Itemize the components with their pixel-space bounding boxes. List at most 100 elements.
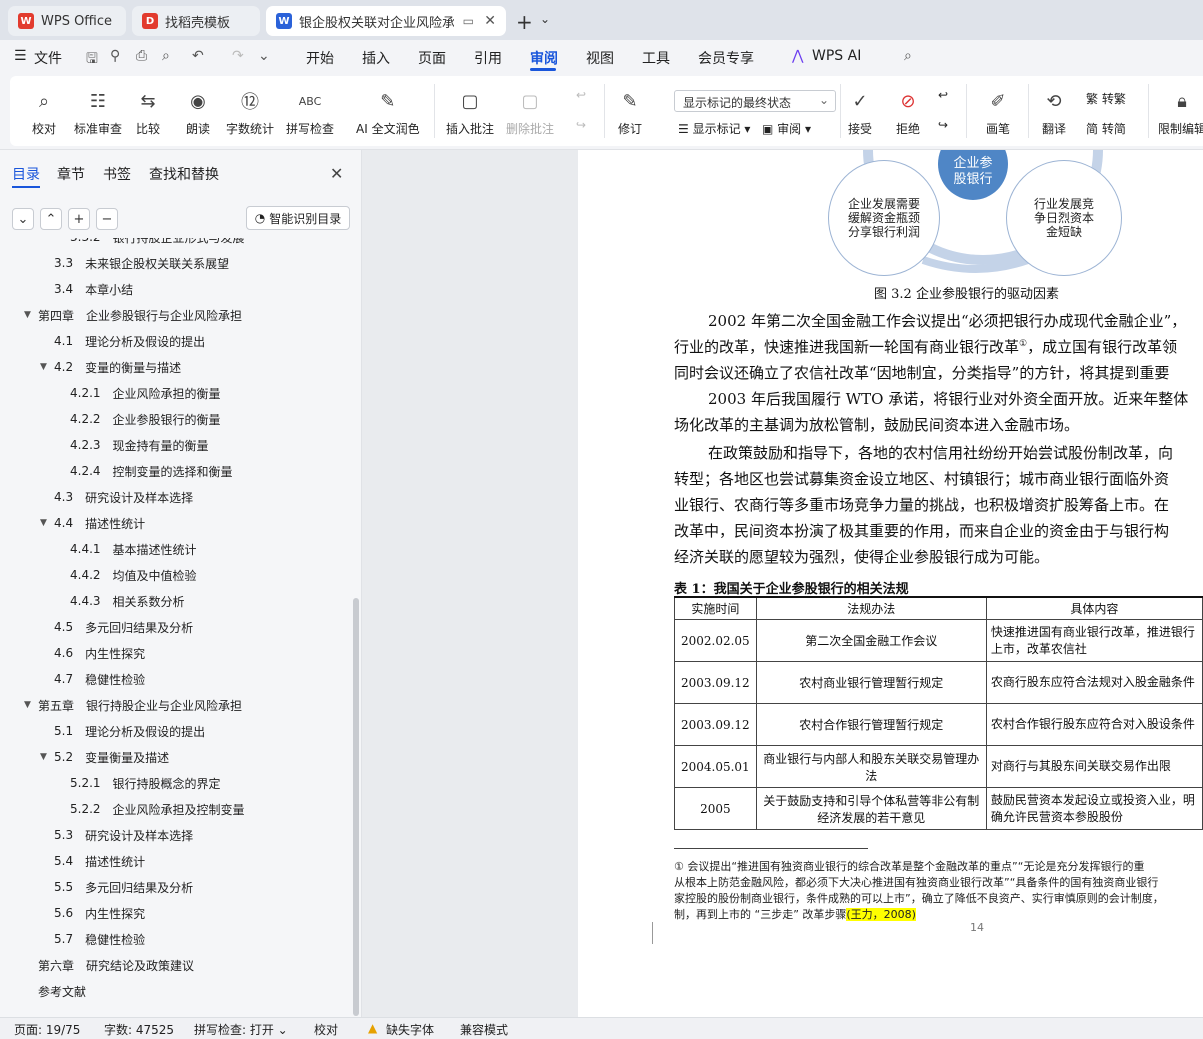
spell-check-button[interactable]: ABC 拼写检查 [286, 88, 334, 137]
collapse-icon[interactable]: ⌄ [12, 208, 34, 230]
toc-item[interactable]: ▼ 第五章 银行持股企业与企业风险承担 [24, 692, 242, 718]
tab-wps-office[interactable]: W WPS Office [8, 6, 126, 36]
toc-item[interactable]: 4.2.4 控制变量的选择和衡量 [70, 458, 233, 484]
delete-comment-button[interactable]: ▢ 删除批注 [506, 88, 554, 137]
document-page[interactable]: 企业参股银行 企业发展需要缓解资金瓶颈分享银行利润 行业发展竞争日烈资本金短缺 … [578, 150, 1203, 1017]
toc-item[interactable]: 3.3.2 银行持股企业形式与发展 [70, 238, 245, 250]
toc-item[interactable]: 4.4.1 基本描述性统计 [70, 536, 197, 562]
toc-item[interactable]: 3.4 本章小结 [54, 276, 133, 302]
toc-item[interactable]: 4.1 理论分析及假设的提出 [54, 328, 205, 354]
page-indicator[interactable]: 页面: 19/75 [14, 1021, 80, 1038]
toc-item[interactable]: 4.4.3 相关系数分析 [70, 588, 185, 614]
show-markup-button[interactable]: ☰ 显示标记 ▾ [678, 120, 750, 137]
proof-status[interactable]: 校对 [314, 1021, 338, 1038]
track-changes-button[interactable]: ✎ 修订 [616, 88, 644, 137]
toc-item[interactable]: 4.6 内生性探究 [54, 640, 145, 666]
prev-change-icon[interactable]: ↩ [938, 88, 948, 102]
toc-item[interactable]: 5.2.1 银行持股概念的界定 [70, 770, 221, 796]
menu-home[interactable]: 开始 [306, 48, 334, 68]
menu-reference[interactable]: 引用 [474, 48, 502, 68]
word-count-button[interactable]: ⑫ 字数统计 [226, 88, 274, 137]
new-tab-icon[interactable]: + [516, 10, 533, 34]
toc-item[interactable]: 4.2.2 企业参股银行的衡量 [70, 406, 221, 432]
menu-page[interactable]: 页面 [418, 48, 446, 68]
citation-highlight[interactable]: (王力，2008) [846, 908, 916, 921]
accept-button[interactable]: ✓ 接受 [846, 88, 874, 137]
next-comment-icon[interactable]: ↪ [576, 118, 586, 132]
search-icon[interactable]: ⌕ [904, 48, 912, 64]
toc-item[interactable]: 5.3 研究设计及样本选择 [54, 822, 193, 848]
review-pane-button[interactable]: ▣ 审阅 ▾ [762, 120, 811, 137]
toc-item[interactable]: 4.7 稳健性检验 [54, 666, 145, 692]
chevron-down-icon[interactable]: ⌄ [540, 12, 550, 26]
toc-item[interactable]: 5.4 描述性统计 [54, 848, 145, 874]
toc-item[interactable]: 第六章 研究结论及政策建议 [38, 952, 194, 978]
reject-button[interactable]: ⊘ 拒绝 [894, 88, 922, 137]
toc-item[interactable]: 5.5 多元回归结果及分析 [54, 874, 193, 900]
close-icon[interactable]: ✕ [330, 164, 343, 183]
smart-toc-button[interactable]: ◔ 智能识别目录 [246, 206, 350, 230]
expand-icon[interactable]: ⌃ [40, 208, 62, 230]
toc-item[interactable]: 参考文献 [38, 978, 86, 1004]
menu-insert[interactable]: 插入 [362, 48, 390, 68]
expand-triangle-icon[interactable]: ▼ [24, 700, 31, 710]
expand-triangle-icon[interactable]: ▼ [40, 752, 47, 762]
tab-find-replace[interactable]: 查找和替换 [149, 164, 219, 184]
compare-button[interactable]: ⇆ 比较 [134, 88, 162, 137]
tab-document[interactable]: W 银企股权关联对企业风险承担的影响研究 ▭ ✕ [266, 6, 506, 36]
to-traditional-button[interactable]: 繁 转繁 [1086, 90, 1126, 107]
insert-comment-button[interactable]: ▢ 插入批注 [446, 88, 494, 137]
remove-heading-icon[interactable]: − [96, 208, 118, 230]
restrict-edit-button[interactable]: 🔒︎ 限制编辑 [1158, 88, 1203, 137]
close-tab-icon[interactable]: ✕ [484, 13, 496, 29]
save-icon[interactable]: 🖫 [86, 48, 98, 72]
standard-review-button[interactable]: ☷ 标准审查 [74, 88, 122, 137]
print-icon[interactable]: ⎙ [136, 48, 147, 64]
toc-item[interactable]: 5.6 内生性探究 [54, 900, 145, 926]
toc-item[interactable]: 4.2.3 现金持有量的衡量 [70, 432, 209, 458]
expand-triangle-icon[interactable]: ▼ [40, 362, 47, 372]
pen-button[interactable]: ✐ 画笔 [984, 88, 1012, 137]
monitor-icon[interactable]: ▭ [463, 14, 474, 28]
link-icon[interactable]: ⚲ [110, 48, 120, 64]
translate-button[interactable]: ⟲ 翻译 [1040, 88, 1068, 137]
menu-view[interactable]: 视图 [586, 48, 614, 68]
spell-check-status[interactable]: 拼写检查: 打开 ⌄ [194, 1021, 288, 1038]
menu-tools[interactable]: 工具 [642, 48, 670, 68]
menu-icon[interactable]: ☰ [14, 48, 27, 64]
next-change-icon[interactable]: ↪ [938, 118, 948, 132]
menu-review[interactable]: 审阅 [530, 48, 558, 68]
tab-chapters[interactable]: 章节 [57, 164, 85, 184]
toc-item[interactable]: ▼ 4.4 描述性统计 [40, 510, 145, 536]
toc-item[interactable]: ▼ 第四章 企业参股银行与企业风险承担 [24, 302, 242, 328]
footnote-ref[interactable]: ① [1019, 339, 1027, 349]
menu-wps-ai[interactable]: WPS AI [812, 48, 861, 64]
prev-comment-icon[interactable]: ↩ [576, 88, 586, 102]
print-preview-icon[interactable]: ⌕ [162, 48, 170, 64]
tab-toc[interactable]: 目录 [12, 164, 40, 184]
menu-file[interactable]: 文件 [34, 48, 62, 68]
read-aloud-button[interactable]: ◉ 朗读 [184, 88, 212, 137]
toc-item[interactable]: ▼ 4.2 变量的衡量与描述 [40, 354, 181, 380]
tab-template[interactable]: D 找稻壳模板 [132, 6, 260, 36]
undo-icon[interactable]: ↶ [192, 48, 204, 64]
toc-item[interactable]: 4.4.2 均值及中值检验 [70, 562, 197, 588]
tab-bookmarks[interactable]: 书签 [103, 164, 131, 184]
more-icon[interactable]: ⌄ [258, 48, 270, 64]
missing-font-status[interactable]: 缺失字体 [386, 1021, 434, 1038]
toc-item[interactable]: 4.5 多元回归结果及分析 [54, 614, 193, 640]
toc-item[interactable]: ▼ 5.2 变量衡量及描述 [40, 744, 169, 770]
toc-item[interactable]: 4.3 研究设计及样本选择 [54, 484, 193, 510]
to-simplified-button[interactable]: 简 转简 [1086, 120, 1126, 137]
toc-item[interactable]: 5.7 稳健性检验 [54, 926, 145, 952]
toc-item[interactable]: 4.2.1 企业风险承担的衡量 [70, 380, 221, 406]
expand-triangle-icon[interactable]: ▼ [24, 310, 31, 320]
redo-icon[interactable]: ↷ [232, 48, 244, 64]
toc-item[interactable]: 5.1 理论分析及假设的提出 [54, 718, 205, 744]
markup-mode-select[interactable]: 显示标记的最终状态 ⌄ [674, 90, 836, 112]
add-heading-icon[interactable]: + [68, 208, 90, 230]
expand-triangle-icon[interactable]: ▼ [40, 518, 47, 528]
menu-member[interactable]: 会员专享 [698, 48, 754, 68]
scrollbar[interactable] [353, 598, 359, 1016]
word-count[interactable]: 字数: 47525 [104, 1021, 174, 1038]
